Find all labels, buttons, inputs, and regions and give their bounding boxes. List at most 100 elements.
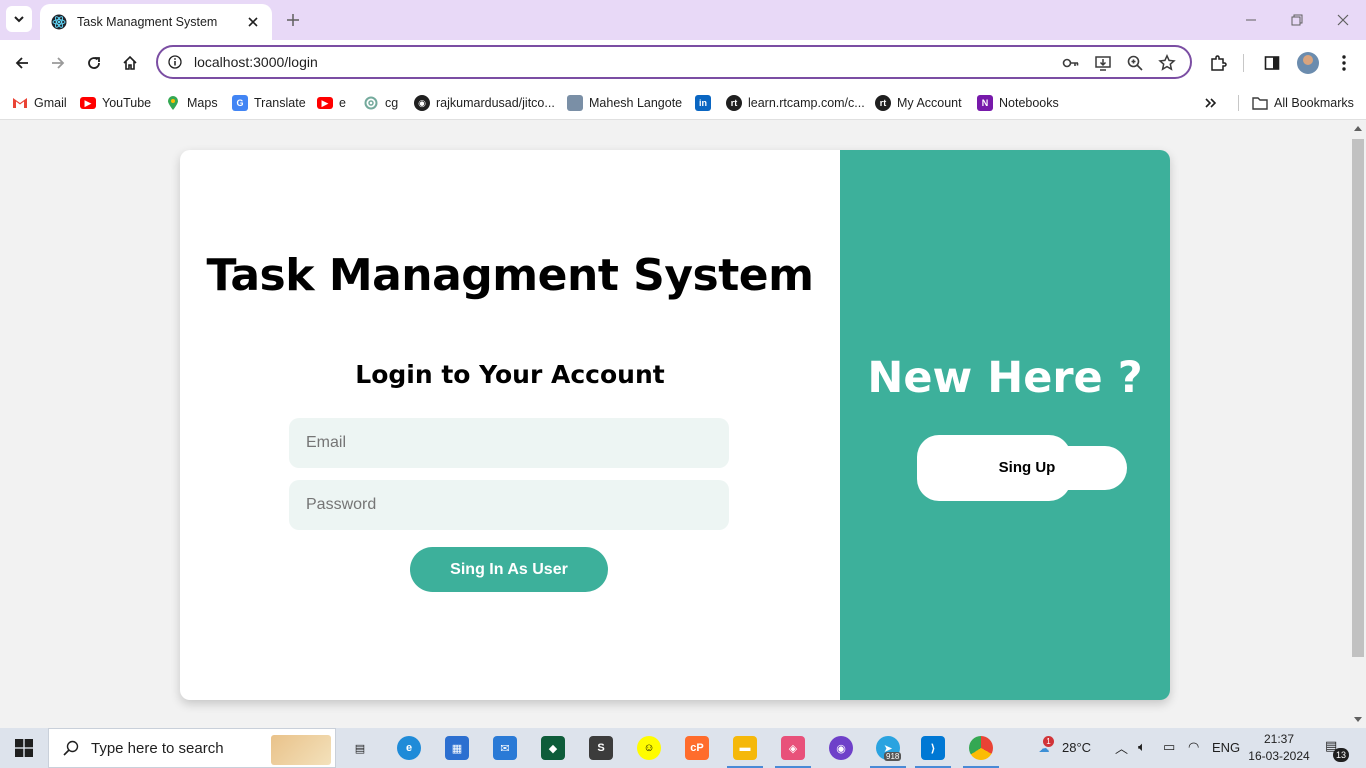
folder-icon <box>1252 95 1268 111</box>
bookmark-youtube[interactable]: ▶ YouTube <box>80 92 151 114</box>
gmail-icon <box>12 95 28 111</box>
bookmark-label: My Account <box>897 96 962 110</box>
windows-taskbar: Type here to search ▤ e ▦ ✉ ◆ S ☺ cP ▬ ◈… <box>0 728 1366 768</box>
close-icon <box>1337 14 1349 26</box>
maps-icon <box>165 95 181 111</box>
wifi-icon[interactable]: ◠ <box>1188 739 1199 755</box>
vscode-icon[interactable]: ⟩ <box>921 736 945 760</box>
more-bookmarks-button[interactable] <box>1204 92 1218 114</box>
taskbar-search[interactable]: Type here to search <box>48 728 336 768</box>
task-view-icon[interactable]: ▤ <box>348 736 372 760</box>
url-text[interactable]: localhost:3000/login <box>194 54 318 70</box>
reload-button[interactable] <box>80 49 108 77</box>
toolbar-divider <box>1243 54 1244 72</box>
onenote-icon: N <box>977 95 993 111</box>
battery-icon[interactable]: ▭ <box>1163 739 1175 755</box>
bookmark-e[interactable]: ▶ e <box>317 92 346 114</box>
login-card: Task Managment System Login to Your Acco… <box>180 150 1170 700</box>
app-title: Task Managment System <box>206 250 814 301</box>
rtcamp-icon: rt <box>875 95 891 111</box>
chevron-up-icon[interactable]: ︿ <box>1115 738 1128 757</box>
back-button[interactable] <box>8 49 36 77</box>
sublime-s-icon[interactable]: S <box>589 736 613 760</box>
notification-count: 13 <box>1333 748 1349 762</box>
language-indicator[interactable]: ENG <box>1212 740 1240 755</box>
chatgpt-icon <box>363 95 379 111</box>
restore-button[interactable] <box>1284 8 1310 32</box>
sign-in-button[interactable]: Sing In As User <box>410 547 608 592</box>
close-tab-icon[interactable] <box>244 13 262 31</box>
install-app-icon[interactable] <box>1092 52 1114 74</box>
bookmark-notebooks[interactable]: N Notebooks <box>977 92 1059 114</box>
browser-tab[interactable]: Task Managment System <box>40 4 272 40</box>
page-scrollbar[interactable] <box>1350 121 1366 728</box>
new-tab-button[interactable] <box>282 9 304 31</box>
page-viewport: Task Managment System Login to Your Acco… <box>0 121 1350 728</box>
key-icon[interactable] <box>1060 52 1082 74</box>
speaker-icon[interactable]: 🔈︎ <box>1138 739 1146 755</box>
sign-up-button[interactable]: Sing Up <box>917 435 1127 501</box>
profile-avatar[interactable] <box>1297 52 1319 74</box>
email-field[interactable] <box>289 418 729 468</box>
double-chevron-right-icon <box>1205 98 1217 108</box>
home-button[interactable] <box>116 49 144 77</box>
bookmark-maps[interactable]: Maps <box>165 92 218 114</box>
extensions-button[interactable] <box>1204 49 1232 77</box>
tab-title: Task Managment System <box>77 15 218 29</box>
arrow-left-icon <box>15 57 28 69</box>
chrome-icon[interactable] <box>969 736 993 760</box>
new-here-heading: New Here ? <box>867 353 1143 403</box>
bookmark-label: Gmail <box>34 96 67 110</box>
search-icon <box>63 740 79 756</box>
bookmark-cg[interactable]: cg <box>363 92 398 114</box>
home-icon <box>123 55 137 70</box>
bookmark-my-account[interactable]: rt My Account <box>875 92 962 114</box>
bookmark-linkedin[interactable]: in <box>695 92 717 114</box>
bookmarks-bar: Gmail ▶ YouTube Maps G Translate ▶ e cg … <box>0 86 1366 120</box>
bookmark-translate[interactable]: G Translate <box>232 92 306 114</box>
password-field[interactable] <box>289 480 729 530</box>
close-window-button[interactable] <box>1330 8 1356 32</box>
microsoft-store-icon[interactable]: ▦ <box>445 736 469 760</box>
file-explorer-icon[interactable]: ▬ <box>733 736 757 760</box>
login-heading: Login to Your Account <box>355 360 665 389</box>
sign-up-label[interactable]: Sing Up <box>917 459 1137 476</box>
bookmark-label: All Bookmarks <box>1274 96 1354 110</box>
translate-icon: G <box>232 95 248 111</box>
reload-icon <box>88 57 100 69</box>
app-green-icon[interactable]: ◆ <box>541 736 565 760</box>
minimize-button[interactable] <box>1238 8 1264 32</box>
bookmark-github[interactable]: ◉ rajkumardusad/jitco... <box>414 92 555 114</box>
chevron-down-icon <box>14 16 24 23</box>
bookmark-star-icon[interactable] <box>1156 52 1178 74</box>
telegram-badge: 918 <box>884 752 902 761</box>
bookmark-mahesh-langote[interactable]: Mahesh Langote <box>567 92 682 114</box>
weather-temperature[interactable]: 28°C <box>1062 740 1091 755</box>
mail-icon[interactable]: ✉ <box>493 736 517 760</box>
scroll-down-icon[interactable] <box>1354 717 1362 722</box>
bookmark-label: Maps <box>187 96 218 110</box>
edge-icon[interactable]: e <box>397 736 421 760</box>
scrollbar-thumb[interactable] <box>1352 139 1364 657</box>
github-desktop-icon[interactable]: ◉ <box>829 736 853 760</box>
forward-button[interactable] <box>44 49 72 77</box>
site-info-icon[interactable] <box>166 53 184 71</box>
bookmark-gmail[interactable]: Gmail <box>12 92 67 114</box>
react-icon <box>50 13 68 31</box>
git-app-icon[interactable]: ◈ <box>781 736 805 760</box>
windows-logo-icon <box>15 739 33 757</box>
cpanel-icon[interactable]: cP <box>685 736 709 760</box>
clock[interactable]: 21:37 16-03-2024 <box>1240 731 1318 765</box>
chrome-menu-button[interactable] <box>1330 49 1358 77</box>
minimize-icon <box>1246 19 1256 21</box>
start-button[interactable] <box>0 728 48 768</box>
bookmark-learn-rtcamp[interactable]: rt learn.rtcamp.com/c... <box>726 92 865 114</box>
snapchat-icon[interactable]: ☺ <box>637 736 661 760</box>
arrow-right-icon <box>52 57 65 69</box>
zoom-icon[interactable] <box>1124 52 1146 74</box>
side-panel-button[interactable] <box>1258 49 1286 77</box>
address-bar[interactable]: localhost:3000/login <box>156 45 1192 79</box>
tab-search-button[interactable] <box>6 6 32 32</box>
all-bookmarks-button[interactable]: All Bookmarks <box>1252 92 1354 114</box>
scroll-up-icon[interactable] <box>1354 126 1362 131</box>
